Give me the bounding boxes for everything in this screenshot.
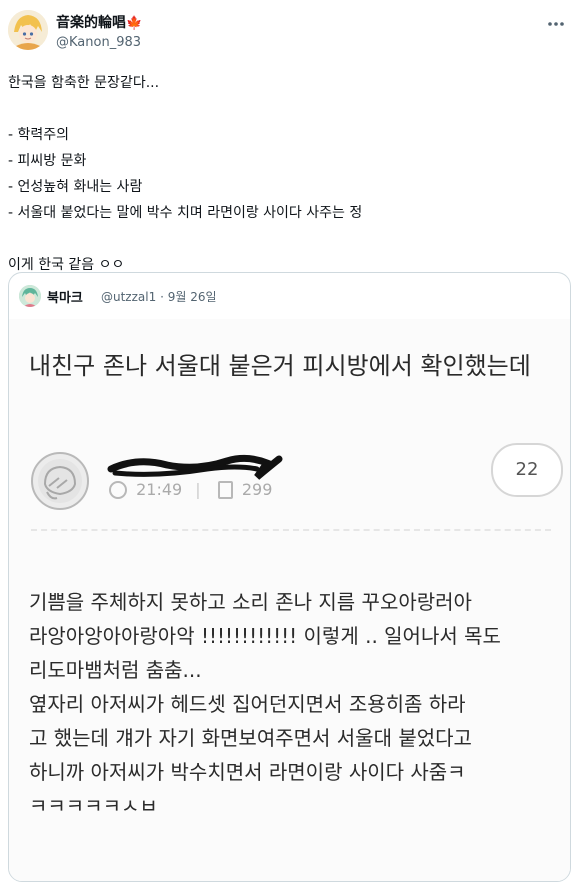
more-horizontal-icon (548, 22, 564, 26)
divider (31, 529, 551, 531)
post-content-line: 옆자리 아저씨가 헤드셋 집어던지면서 조용히좀 하라 (29, 692, 466, 716)
meta-separator: · (160, 290, 164, 304)
poster-avatar-icon (31, 452, 89, 510)
author-avatar[interactable] (8, 10, 48, 50)
maple-leaf-icon: 🍁 (126, 16, 143, 31)
tweet-text-line: - 피씨방 문화 (8, 153, 87, 169)
tweet-text-line: 한국을 함축한 문장같다... (8, 75, 160, 91)
post-content-line: 기쁨을 주체하지 못하고 소리 존나 지름 꾸오아랑러아 (29, 590, 472, 614)
more-options-button[interactable] (544, 14, 568, 34)
post-views: 299 (241, 480, 273, 499)
quoted-date[interactable]: 9월 26일 (168, 290, 217, 304)
author-display-name: 音楽的輪唱 (56, 15, 126, 31)
tweet-text-line (8, 226, 568, 252)
post-meta: 21:49 | 299 (109, 479, 272, 499)
tweet-text-line: - 서울대 붙었다는 말에 박수 치며 라면이랑 사이다 사주는 정 (8, 205, 363, 221)
quoted-author-name[interactable]: 북마크 (47, 287, 83, 306)
post-content-line: 리도마뱀처럼 춤춤... (29, 658, 202, 682)
quoted-author-handle[interactable]: @utzzal1 (101, 290, 156, 304)
quoted-image[interactable]: 내친구 존나 서울대 붙은거 피시방에서 확인했는데 21:49 | 299 2… (9, 319, 570, 881)
clock-icon (109, 480, 127, 499)
meta-divider: | (195, 480, 201, 499)
post-content-line: 라앙아앙아아랑아악 !!!!!!!!!!!! 이렇게 .. 일어나서 목도 (29, 624, 501, 648)
quoted-author-avatar (19, 285, 41, 307)
tweet-text-line: - 학력주의 (8, 127, 70, 143)
author-handle[interactable]: @Kanon_983 (56, 35, 141, 50)
post-content: 기쁨을 주체하지 못하고 소리 존나 지름 꾸오아랑러아 라앙아앙아아랑아악 !… (29, 585, 564, 823)
post-title: 내친구 존나 서울대 붙은거 피시방에서 확인했는데 (29, 352, 531, 380)
post-content-line: 하니까 아저씨가 박수치면서 라면이랑 사이다 사줌ㅋ (29, 760, 466, 784)
quoted-meta: @utzzal1 · 9월 26일 (101, 288, 217, 305)
author-name[interactable]: 音楽的輪唱🍁 (56, 12, 142, 32)
quoted-tweet[interactable]: 북마크 @utzzal1 · 9월 26일 내친구 존나 서울대 붙은거 피시방… (8, 272, 571, 882)
tweet-text-line: - 언성높혀 화내는 사람 (8, 179, 143, 195)
post-time: 21:49 (136, 480, 183, 499)
post-content-line: 고 했는데 걔가 자기 화면보여주면서 서울대 붙었다고 (29, 726, 472, 750)
post-content-line: ㅋㅋㅋㅋㅋㅅㅂ (29, 794, 158, 818)
comment-count-bubble: 22 (491, 443, 563, 497)
tweet-text: 한국을 함축한 문장같다... - 학력주의 - 피씨방 문화 - 언성높혀 화… (8, 70, 568, 278)
document-icon (217, 480, 233, 499)
tweet: 音楽的輪唱🍁 @Kanon_983 한국을 함축한 문장같다... - 학력주의… (0, 0, 580, 890)
tweet-text-line (8, 96, 568, 122)
